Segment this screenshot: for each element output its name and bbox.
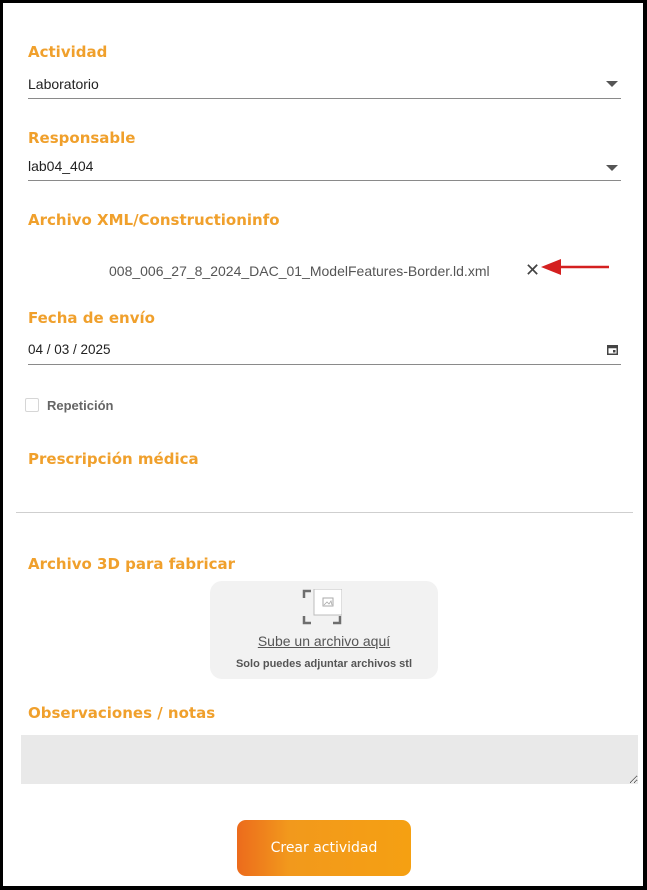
prescription-label: Prescripción médica [28,450,199,468]
file-3d-dropzone[interactable]: Sube un archivo aquí Solo puedes adjunta… [210,581,438,679]
activity-select[interactable]: Laboratorio [28,73,621,99]
responsible-select-value: lab04_404 [28,158,94,174]
file-3d-label: Archivo 3D para fabricar [28,555,236,573]
xml-file-name: 008_006_27_8_2024_DAC_01_ModelFeatures-B… [109,263,490,279]
red-arrow-icon [541,259,609,275]
chevron-down-icon [606,165,618,171]
activity-form: Actividad Laboratorio Responsable lab04_… [3,3,643,886]
repetition-checkbox[interactable] [25,398,39,412]
responsible-label: Responsable [28,129,136,147]
create-activity-button[interactable]: Crear actividad [237,820,411,876]
send-date-input[interactable]: 04 / 03 / 2025 [28,339,621,365]
notes-textarea[interactable] [21,735,638,784]
send-date-value: 04 / 03 / 2025 [28,342,111,357]
calendar-icon[interactable] [607,344,618,355]
repetition-label: Repetición [47,398,114,413]
upload-hint: Solo puedes adjuntar archivos stl [235,658,413,670]
activity-select-value: Laboratorio [28,76,99,92]
xml-file-label: Archivo XML/Constructioninfo [28,211,280,229]
upload-file-link[interactable]: Sube un archivo aquí [210,633,438,649]
notes-label: Observaciones / notas [28,704,216,722]
image-upload-icon [302,589,342,625]
send-date-label: Fecha de envío [28,309,155,327]
chevron-down-icon [606,81,618,87]
close-icon[interactable]: ✕ [525,261,540,279]
activity-label: Actividad [28,43,108,61]
responsible-select[interactable]: lab04_404 [28,155,621,181]
divider [16,512,633,513]
